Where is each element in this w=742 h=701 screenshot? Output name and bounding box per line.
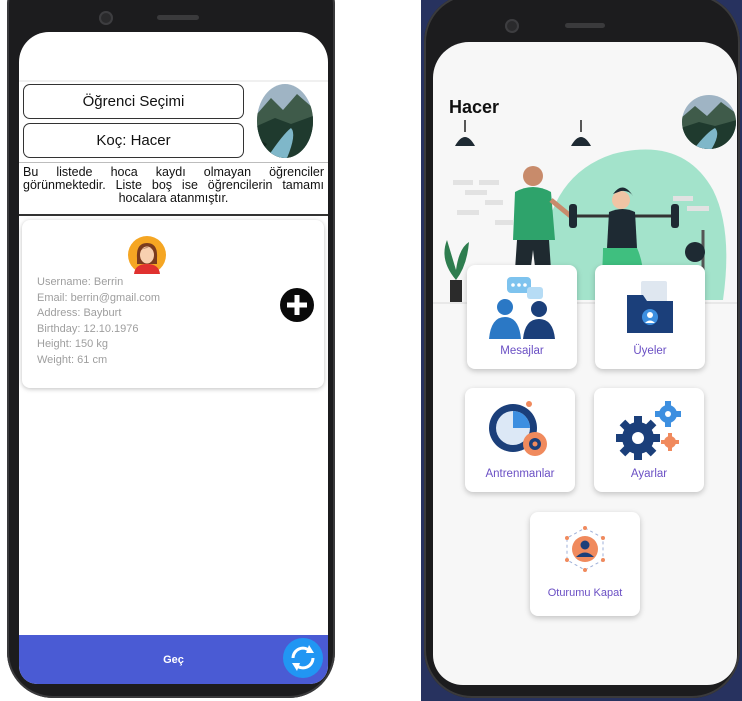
student-username: Username: Berrin [37,276,124,288]
front-camera-icon [99,11,113,25]
front-camera-icon [505,19,519,33]
greeting-title: Hacer [449,97,500,117]
student-birthday: Birthday: 12.10.1976 [37,322,139,335]
info-text: Bu listede hoca kaydı olmayan öğrenciler… [23,165,324,205]
tile-logout-label: Oturumu Kapat [547,587,623,599]
student-select-button[interactable]: Öğrenci Seçimi [23,84,244,119]
tile-messages-label: Mesajlar [500,345,544,357]
tile-settings[interactable]: Ayarlar [594,388,704,492]
tile-trainings[interactable]: Antrenmanlar [465,388,575,492]
student-email: Email: berrin@gmail.com [37,291,161,304]
speaker-grille [565,23,605,28]
tile-members-label: Üyeler [633,345,667,357]
info-top-divider [19,162,328,163]
tile-trainings-label: Antrenmanlar [485,468,555,480]
student-details: Username: Berrin Email: berrin@gmail.com… [37,275,160,368]
tile-settings-label: Ayarlar [630,468,668,480]
next-button-label: Geç [163,653,184,666]
left-screen: Öğrenci Seçimi Koç: Hacer Bu listede hoc… [19,32,328,684]
info-bottom-divider [19,214,328,216]
coach-label: Koç: Hacer [96,132,171,149]
female-avatar-icon [128,236,166,274]
refresh-icon[interactable] [282,637,324,679]
user-logout-icon [565,526,605,572]
header-divider [19,80,328,82]
student-address: Address: Bayburt [37,307,122,319]
speaker-grille [157,15,199,20]
student-weight: Weight: 61 cm [37,353,108,366]
student-card[interactable]: Username: Berrin Email: berrin@gmail.com… [22,220,324,388]
tile-messages[interactable]: Mesajlar [467,265,577,369]
member-folder-icon [627,281,673,333]
student-height: Height: 150 kg [37,338,108,350]
gears-icon [616,401,681,460]
student-select-label: Öğrenci Seçimi [82,93,185,110]
plus-circle-icon[interactable] [279,287,315,323]
chat-people-icon [489,277,555,339]
tile-logout[interactable]: Oturumu Kapat [530,512,640,616]
coach-avatar[interactable] [257,84,313,158]
tile-members[interactable]: Üyeler [595,265,705,369]
right-screen: Hacer Mesajlar Üyeler Antrenmanlar Ayarl… [433,42,737,685]
stopwatch-gear-icon [489,401,547,456]
coach-button[interactable]: Koç: Hacer [23,123,244,158]
